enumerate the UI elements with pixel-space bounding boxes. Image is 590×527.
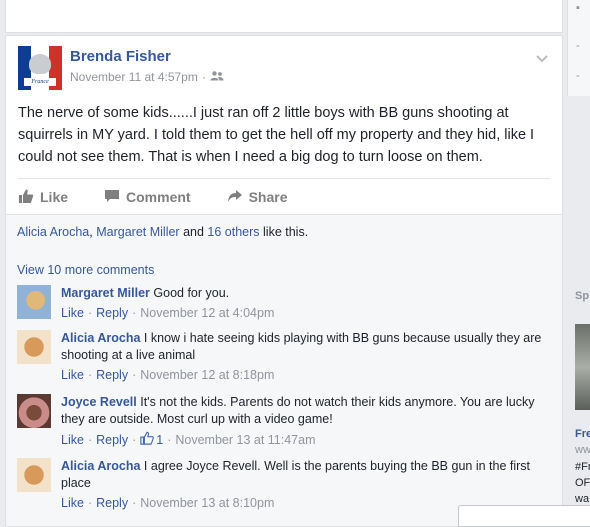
commenter-name[interactable]: Margaret Miller — [61, 286, 150, 300]
post-actions: Like Comment Share — [18, 178, 550, 215]
commenter-name[interactable]: Alicia Arocha — [61, 331, 140, 345]
comment-body: Alicia Arocha I know i hate seeing kids … — [61, 330, 550, 384]
comment-item: Alicia Arocha I know i hate seeing kids … — [17, 330, 550, 388]
author-avatar[interactable]: France — [18, 46, 62, 90]
right-column: ▪ - - Sp Fre ww #Fr OF wa — [567, 0, 590, 513]
comment-timestamp[interactable]: November 13 at 11:47am — [175, 432, 315, 449]
likes-summary: Alicia Arocha, Margaret Miller and 16 ot… — [17, 225, 308, 239]
thumbs-up-icon — [18, 188, 34, 207]
liker-name-1[interactable]: Alicia Arocha — [17, 225, 89, 239]
comment-timestamp[interactable]: November 12 at 8:18pm — [140, 367, 274, 384]
comment-label: Comment — [126, 189, 191, 205]
comment-body: Alicia Arocha I agree Joyce Revell. Well… — [61, 458, 550, 512]
comment-reply-link[interactable]: Reply — [96, 367, 128, 384]
like-label: Like — [40, 189, 69, 205]
comment-item: Margaret Miller Good for you. Like · Repl… — [17, 285, 550, 325]
share-button[interactable]: Share — [227, 188, 288, 207]
comment-icon — [104, 188, 120, 207]
comment-like-link[interactable]: Like — [61, 432, 84, 449]
post-text: The nerve of some kids......I just ran o… — [18, 105, 535, 165]
feedback-section: Alicia Arocha, Margaret Miller and 16 ot… — [6, 214, 562, 526]
comment-text: Good for you. — [153, 286, 230, 300]
chat-tab[interactable] — [458, 505, 590, 527]
comment-meta: Like · Reply · November 12 at 8:18pm — [61, 367, 275, 384]
author-name[interactable]: Brenda Fisher — [70, 48, 171, 65]
comment-meta: Like · Reply · 1 · November 13 at 11:47am — [61, 431, 550, 450]
ad-text-line: wa — [575, 493, 590, 505]
commenter-avatar[interactable] — [17, 330, 51, 364]
comment-reaction-count[interactable]: 1 — [140, 431, 163, 450]
commenter-name[interactable]: Alicia Arocha — [61, 459, 140, 473]
friends-audience-icon[interactable] — [210, 70, 224, 84]
avatar-figure — [29, 54, 51, 74]
comment-button[interactable]: Comment — [104, 188, 191, 207]
liker-name-2[interactable]: Margaret Miller — [96, 225, 179, 239]
view-more-comments-link[interactable]: View 10 more comments — [17, 263, 154, 277]
commenter-avatar[interactable] — [17, 458, 51, 492]
share-arrow-icon — [227, 188, 243, 207]
like-button[interactable]: Like — [18, 188, 68, 207]
comment-like-link[interactable]: Like — [61, 367, 84, 384]
comment-timestamp[interactable]: November 13 at 8:10pm — [140, 495, 274, 512]
chevron-down-icon[interactable] — [534, 50, 550, 66]
meta-separator: · — [201, 70, 206, 84]
ad-text-line: #Fr — [575, 461, 590, 473]
comment-timestamp[interactable]: November 12 at 4:04pm — [140, 305, 274, 322]
comment-like-link[interactable]: Like — [61, 495, 84, 512]
commenter-avatar[interactable] — [17, 394, 51, 428]
ad-text-line: OF — [575, 477, 590, 489]
share-label: Share — [248, 189, 288, 205]
comment-item: Joyce Revell It's not the kids. Parents … — [17, 394, 550, 452]
thumbs-up-icon — [140, 431, 155, 450]
post-header: France Brenda Fisher November 11 at 4:57… — [18, 46, 550, 90]
post-meta: November 11 at 4:57pm · — [70, 70, 224, 84]
commenter-avatar[interactable] — [17, 285, 51, 319]
comment-reply-link[interactable]: Reply — [96, 495, 128, 512]
right-column-box: ▪ - - — [567, 0, 590, 96]
avatar-caption: France — [24, 78, 56, 86]
likes-comma: , — [89, 225, 93, 239]
commenter-name[interactable]: Joyce Revell — [61, 395, 137, 409]
comment-body: Margaret Miller Good for you. Like · Repl… — [61, 285, 550, 322]
comment-body: Joyce Revell It's not the kids. Parents … — [61, 394, 550, 450]
ad-image[interactable] — [575, 324, 590, 410]
likes-suffix: like this. — [263, 225, 309, 239]
comment-meta: Like · Reply · November 12 at 4:04pm — [61, 305, 275, 322]
previous-post-card — [5, 0, 563, 33]
sponsored-label: Sp — [575, 290, 590, 302]
ad-title[interactable]: Fre — [575, 428, 590, 440]
comment-reply-link[interactable]: Reply — [96, 305, 128, 322]
ad-url[interactable]: ww — [575, 444, 590, 456]
likes-others-link[interactable]: 16 others — [207, 225, 259, 239]
reaction-count-value: 1 — [156, 433, 164, 447]
post-card: France Brenda Fisher November 11 at 4:57… — [5, 35, 563, 527]
likes-and: and — [183, 225, 204, 239]
right-column-marker: - — [576, 40, 580, 52]
comment-reply-link[interactable]: Reply — [96, 432, 128, 449]
right-column-marker: - — [576, 70, 580, 82]
post-timestamp[interactable]: November 11 at 4:57pm — [70, 70, 198, 84]
comment-like-link[interactable]: Like — [61, 305, 84, 322]
right-column-marker: ▪ — [576, 2, 580, 14]
